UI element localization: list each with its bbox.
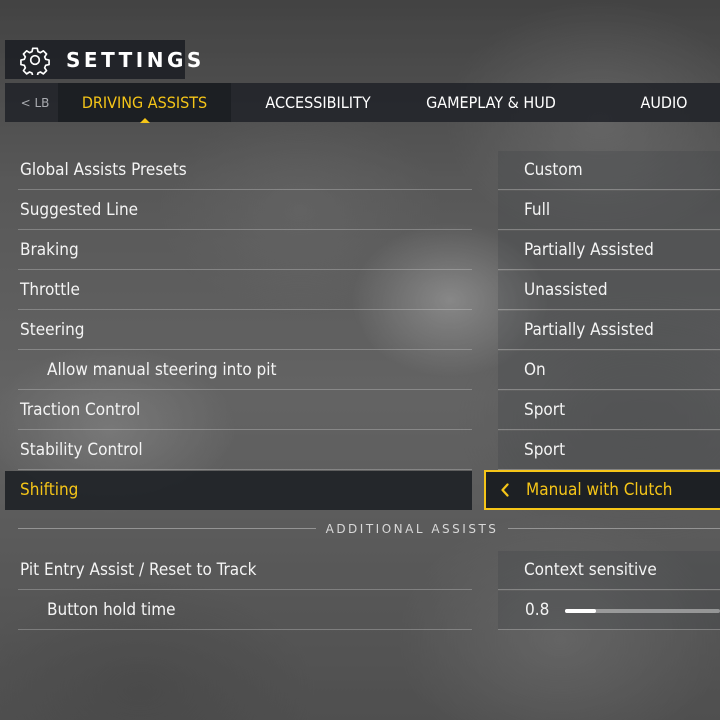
setting-row-steering[interactable]: Steering Partially Assisted	[0, 311, 720, 351]
row-divider	[18, 189, 472, 190]
row-divider	[498, 429, 720, 430]
tab-accessibility[interactable]: ACCESSIBILITY	[233, 83, 403, 122]
setting-row-throttle[interactable]: Throttle Unassisted	[0, 271, 720, 311]
settings-header: SETTINGS	[5, 40, 201, 79]
setting-row-global-assists-presets[interactable]: Global Assists Presets Custom	[0, 151, 720, 191]
hold-time-slider-fill[interactable]	[565, 609, 596, 613]
setting-value[interactable]: On	[498, 351, 720, 389]
chevron-left-icon[interactable]	[500, 483, 510, 497]
row-divider	[18, 589, 472, 590]
row-divider	[18, 429, 472, 430]
setting-label: Pit Entry Assist / Reset to Track	[20, 560, 257, 580]
row-divider	[18, 269, 472, 270]
setting-label: Stability Control	[20, 440, 143, 460]
row-divider	[18, 469, 472, 470]
setting-row-braking[interactable]: Braking Partially Assisted	[0, 231, 720, 271]
row-divider	[498, 349, 720, 350]
shifting-selector[interactable]: Manual with Clutch	[484, 470, 720, 510]
row-divider	[498, 389, 720, 390]
setting-label: Allow manual steering into pit	[47, 360, 277, 380]
gear-icon	[20, 45, 50, 75]
row-divider	[498, 269, 720, 270]
setting-value[interactable]: Partially Assisted	[498, 311, 720, 349]
row-divider	[498, 589, 720, 590]
prev-tab-hint[interactable]: < LB	[13, 83, 57, 122]
setting-label: Shifting	[20, 480, 79, 500]
setting-label: Throttle	[20, 280, 80, 300]
slider-value: 0.8	[525, 600, 550, 620]
page-title: SETTINGS	[66, 47, 205, 72]
setting-label: Suggested Line	[20, 200, 139, 220]
setting-value[interactable]: Context sensitive	[498, 551, 720, 589]
row-divider	[498, 629, 720, 630]
setting-label: Braking	[20, 240, 79, 260]
setting-row-suggested-line[interactable]: Suggested Line Full	[0, 191, 720, 231]
setting-label: Traction Control	[20, 400, 141, 420]
setting-value[interactable]: Sport	[498, 391, 720, 429]
setting-value[interactable]: Sport	[498, 431, 720, 469]
row-divider	[18, 349, 472, 350]
setting-label: Steering	[20, 320, 85, 340]
setting-row-shifting[interactable]: Shifting Manual with Clutch	[0, 470, 720, 511]
setting-row-stability-control[interactable]: Stability Control Sport	[0, 431, 720, 471]
section-line-left	[18, 528, 316, 529]
additional-assists-divider: ADDITIONAL ASSISTS	[0, 519, 720, 539]
setting-row-pit-entry-assist[interactable]: Pit Entry Assist / Reset to Track Contex…	[0, 551, 720, 591]
row-divider	[498, 229, 720, 230]
setting-row-manual-steering-pit[interactable]: Allow manual steering into pit On	[0, 351, 720, 391]
setting-row-traction-control[interactable]: Traction Control Sport	[0, 391, 720, 431]
setting-label: Global Assists Presets	[20, 160, 187, 180]
setting-value[interactable]: Unassisted	[498, 271, 720, 309]
section-title: ADDITIONAL ASSISTS	[325, 522, 499, 536]
row-divider	[18, 629, 472, 630]
tab-gameplay-hud[interactable]: GAMEPLAY & HUD	[405, 83, 577, 122]
row-divider	[18, 229, 472, 230]
row-divider	[498, 309, 720, 310]
row-divider	[498, 189, 720, 190]
setting-value[interactable]: Partially Assisted	[498, 231, 720, 269]
tab-audio[interactable]: AUDIO	[579, 83, 720, 122]
setting-value[interactable]: Full	[498, 191, 720, 229]
row-divider	[18, 309, 472, 310]
setting-row-button-hold-time[interactable]: Button hold time 0.8	[0, 591, 720, 631]
tab-driving-assists[interactable]: DRIVING ASSISTS	[58, 83, 231, 123]
setting-value: Manual with Clutch	[526, 480, 673, 500]
tab-bar: < LB DRIVING ASSISTS ACCESSIBILITY GAMEP…	[5, 83, 720, 123]
section-line-right	[508, 528, 720, 529]
setting-value[interactable]: Custom	[498, 151, 720, 189]
row-divider	[18, 389, 472, 390]
setting-label: Button hold time	[47, 600, 176, 620]
